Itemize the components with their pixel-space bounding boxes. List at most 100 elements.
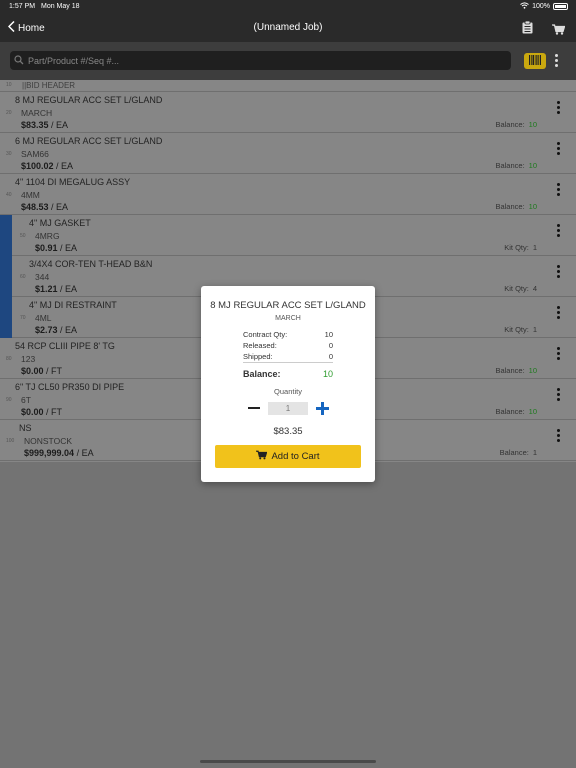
add-to-cart-button[interactable]: Add to Cart [215,445,361,468]
battery-icon [553,3,568,10]
item-description: 8 MJ REGULAR ACC SET L/GLAND [15,95,163,105]
list-item[interactable]: 6 MJ REGULAR ACC SET L/GLAND 30 SAM66 $1… [0,133,576,174]
item-meta: Kit Qty: 1 [504,243,537,252]
status-right: 100% [520,2,568,11]
row-menu-icon[interactable] [557,224,561,237]
cart-icon [256,450,268,463]
row-menu-icon[interactable] [557,265,561,278]
meta-label: Balance: [495,202,525,211]
status-bar: 1:57 PM Mon May 18 100% [0,0,576,14]
item-price: $0.00 [21,366,44,376]
popup-title: 8 MJ REGULAR ACC SET L/GLAND [210,300,366,311]
item-description: 3/4X4 COR-TEN T-HEAD B&N [29,259,153,269]
item-code: 123 [21,354,36,364]
bid-header-row[interactable]: 10 ||BID HEADER [0,80,576,92]
row-menu-icon[interactable] [557,306,561,319]
quantity-input[interactable] [268,402,308,415]
item-unit: / EA [48,202,69,212]
quantity-label: Quantity [274,387,302,396]
meta-label: Kit Qty: [504,243,529,252]
item-code: NONSTOCK [24,436,73,446]
list-item[interactable]: 4" MJ GASKET 50 4MRG $0.91 / EA Kit Qty:… [0,215,576,256]
meta-label: Balance: [495,120,525,129]
meta-label: Balance: [499,448,529,457]
status-date: Mon May 18 [41,3,80,10]
balance-row: Balance: 10 [243,369,333,379]
item-code: 4MRG [35,231,60,241]
item-description: 54 RCP CLIII PIPE 8' TG [15,341,115,351]
meta-value: 10 [528,202,537,211]
item-code: 4ML [35,313,52,323]
home-indicator[interactable] [200,760,376,763]
row-menu-icon[interactable] [557,183,561,196]
seq-number: 30 [6,151,12,157]
meta-label: Balance: [495,366,525,375]
status-time: 1:57 PM [9,3,36,10]
item-price: $999,999.04 [24,448,75,458]
item-code: 4MM [21,190,40,200]
row-menu-icon[interactable] [557,388,561,401]
seq-number: 90 [6,397,12,403]
item-price: $0.00 [21,407,44,417]
meta-value: 1 [532,325,537,334]
clipboard-icon[interactable] [522,20,533,39]
shipped-value: 0 [328,352,333,361]
meta-value: 10 [528,161,537,170]
balance-value: 10 [322,369,333,379]
item-unit: / EA [53,161,74,171]
search-placeholder: Part/Product #/Seq #... [28,55,120,66]
meta-value: 10 [528,366,537,375]
list-item[interactable]: 8 MJ REGULAR ACC SET L/GLAND 20 MARCH $8… [0,92,576,133]
divider [243,362,333,363]
row-menu-icon[interactable] [557,142,561,155]
seq-number: 70 [20,315,26,321]
seq-number: 20 [6,110,12,116]
page-title: (Unnamed Job) [253,22,323,33]
increment-button[interactable] [316,402,329,415]
item-price: $0.91 [35,243,58,253]
search-input[interactable]: Part/Product #/Seq #... [10,51,511,70]
contract-qty-label: Contract Qty: [243,330,288,339]
meta-label: Balance: [495,161,525,170]
cart-icon[interactable] [552,22,566,40]
item-meta: Balance: 1 [500,448,537,457]
meta-value: 10 [528,120,537,129]
row-menu-icon[interactable] [557,101,561,114]
item-price: $2.73 [35,325,58,335]
decrement-button[interactable] [247,402,260,414]
seq-number: 50 [20,233,26,239]
barcode-scan-button[interactable] [524,53,546,69]
seq-number: 100 [6,438,15,444]
line-total: $83.35 [273,426,303,437]
item-meta: Balance: 10 [495,407,537,416]
list-item[interactable]: 4" 1104 DI MEGALUG ASSY 40 4MM $48.53 / … [0,174,576,215]
item-price: $83.35 [21,120,49,130]
seq-number: 80 [6,356,12,362]
item-unit: / EA [57,325,78,335]
meta-label: Balance: [495,407,525,416]
search-bar: Part/Product #/Seq #... [0,42,576,80]
item-unit: / FT [43,407,63,417]
row-menu-icon[interactable] [557,347,561,360]
item-unit: / EA [74,448,94,458]
seq-number: 10 [6,82,12,88]
popup-subtitle: MARCH [275,315,301,322]
item-price: $1.21 [35,284,58,294]
kit-indicator [0,256,12,297]
item-code: 344 [35,272,50,282]
contract-qty-value: 10 [324,330,333,339]
item-code: 6T [21,395,31,405]
wifi-icon [520,2,529,11]
battery-percent: 100% [532,3,550,10]
shipped-row: Shipped: 0 [243,352,333,361]
item-meta: Balance: 10 [495,120,537,129]
item-meta: Balance: 10 [495,366,537,375]
add-to-cart-label: Add to Cart [271,451,320,462]
item-unit: / EA [57,243,78,253]
more-options-icon[interactable] [555,54,559,67]
item-unit: / EA [48,120,69,130]
meta-label: Kit Qty: [504,325,529,334]
row-menu-icon[interactable] [557,429,561,442]
released-row: Released: 0 [243,341,333,350]
item-code: SAM66 [21,149,49,159]
